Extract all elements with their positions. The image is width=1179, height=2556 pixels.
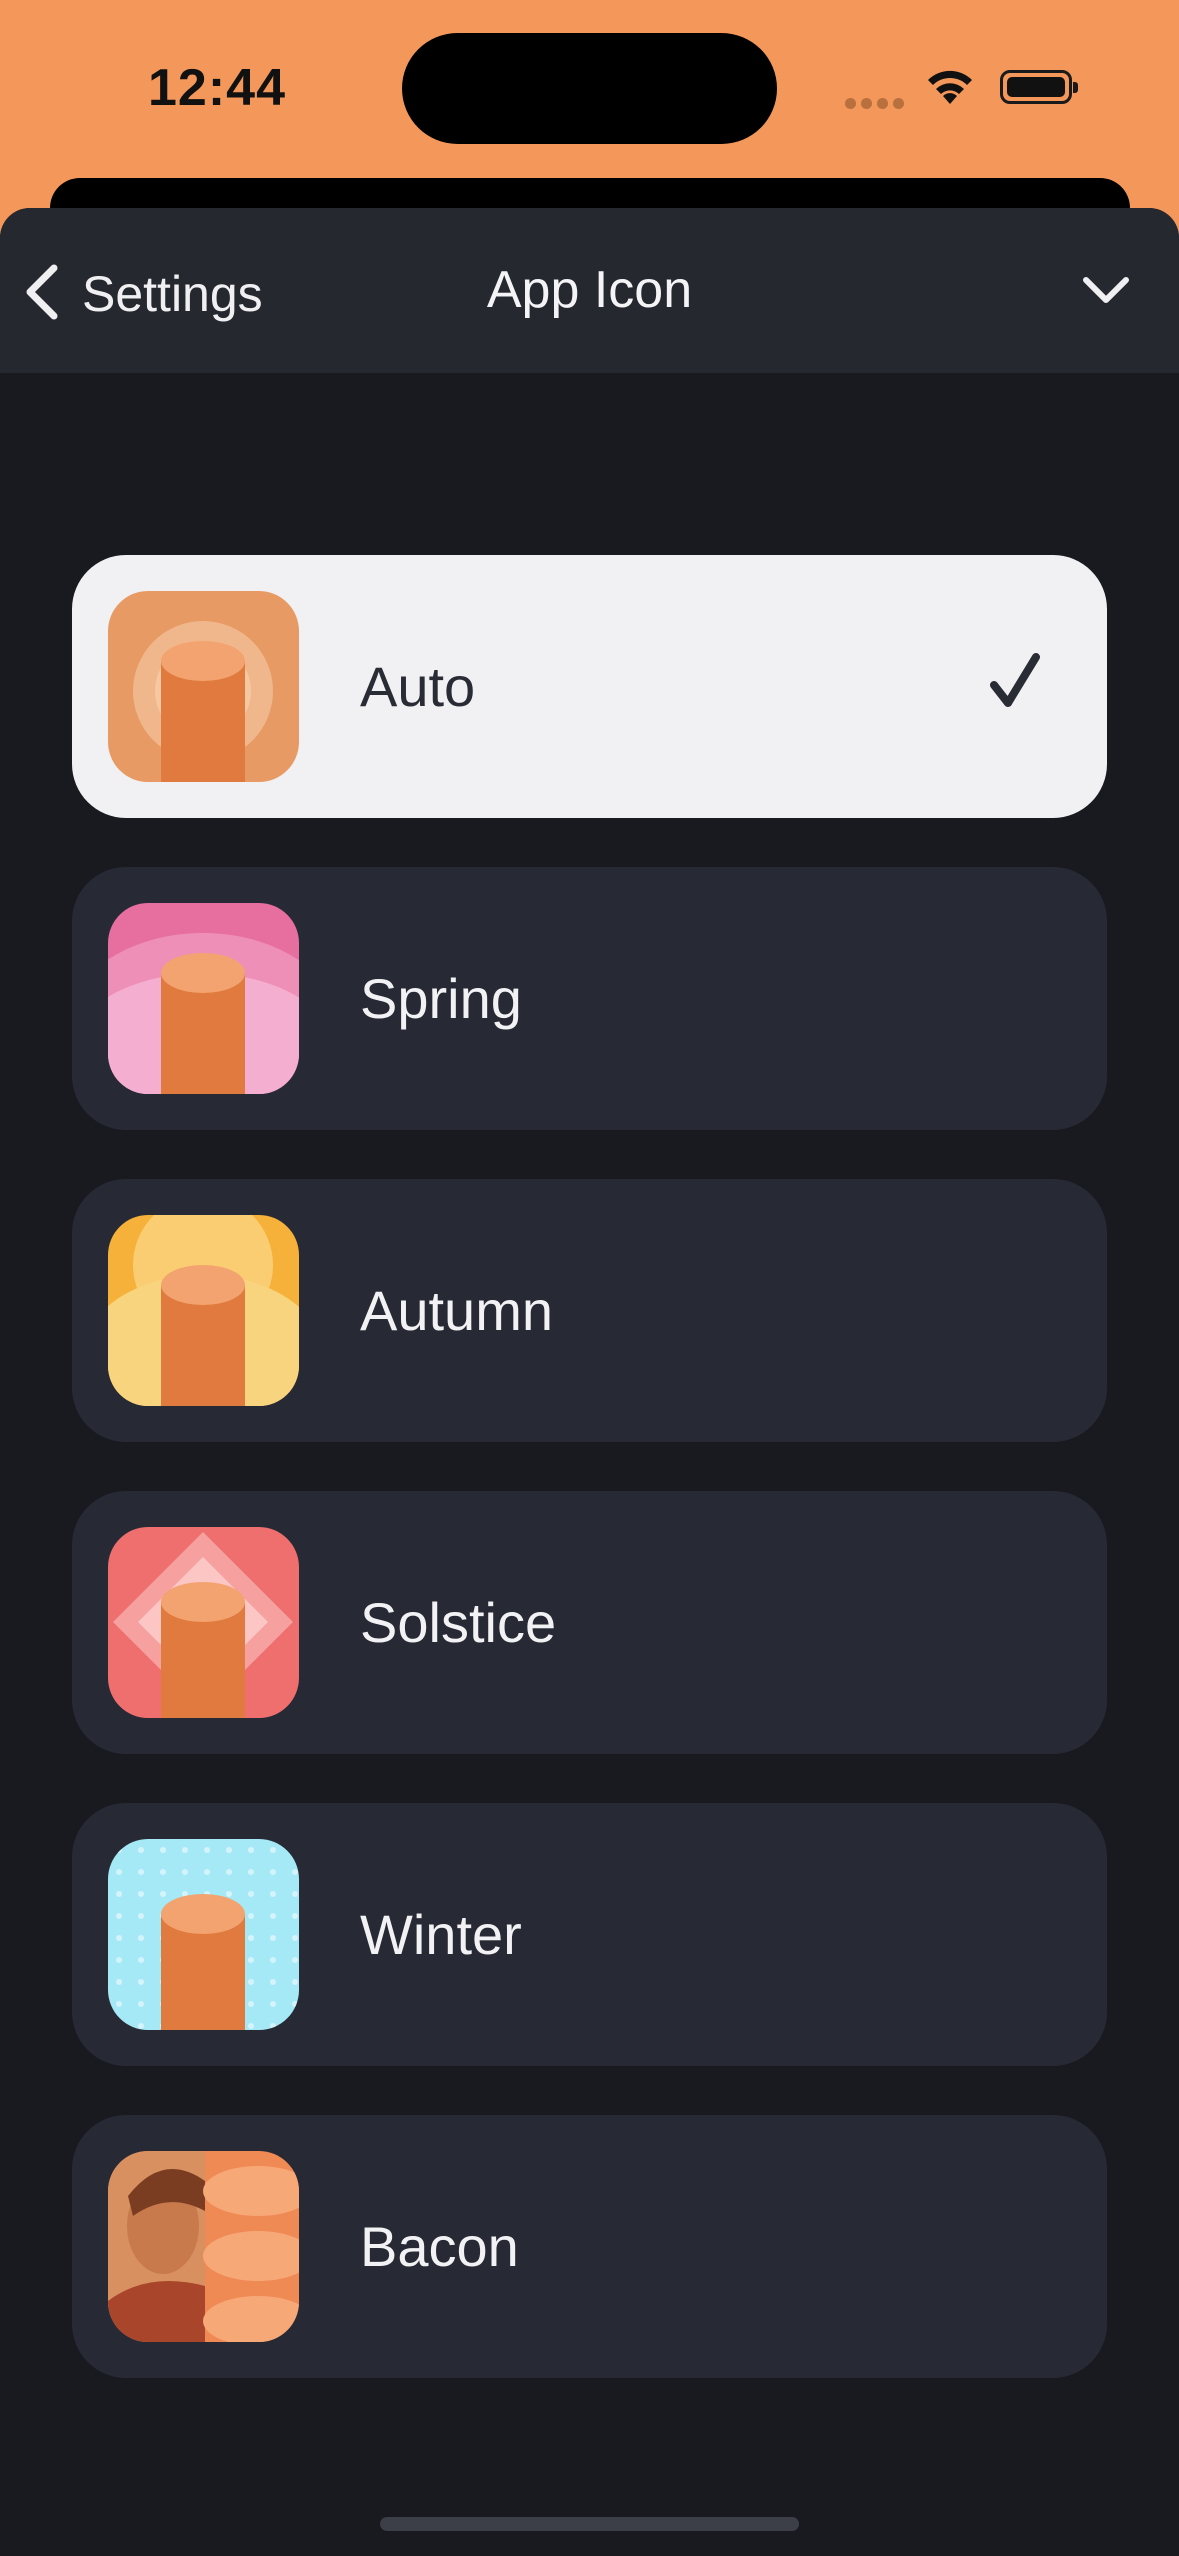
option-label: Bacon bbox=[360, 2215, 519, 2278]
page-title: App Icon bbox=[486, 261, 693, 319]
option-auto[interactable]: Auto bbox=[72, 555, 1107, 818]
dynamic-island bbox=[402, 33, 777, 144]
option-label: Winter bbox=[360, 1903, 522, 1966]
spring-app-icon bbox=[108, 903, 299, 1094]
option-bacon[interactable]: Bacon bbox=[72, 2115, 1107, 2378]
signal-dots-icon bbox=[845, 96, 909, 114]
navigation-bar: Settings App Icon bbox=[0, 208, 1179, 373]
auto-app-icon bbox=[108, 591, 299, 782]
option-autumn[interactable]: Autumn bbox=[72, 1179, 1107, 1442]
wifi-icon bbox=[924, 64, 976, 113]
option-winter[interactable]: Winter bbox=[72, 1803, 1107, 2066]
option-label: Autumn bbox=[360, 1279, 553, 1342]
battery-icon bbox=[1000, 70, 1078, 104]
bacon-app-icon bbox=[108, 2151, 299, 2342]
status-bar: 12:44 bbox=[0, 0, 1179, 178]
option-label: Solstice bbox=[360, 1591, 557, 1654]
chevron-down-icon bbox=[1078, 277, 1134, 314]
winter-app-icon bbox=[108, 1839, 299, 2030]
option-label: Spring bbox=[360, 967, 522, 1030]
checkmark-icon bbox=[990, 651, 1040, 716]
option-solstice[interactable]: Solstice bbox=[72, 1491, 1107, 1754]
collapse-button[interactable] bbox=[1078, 270, 1134, 315]
app-icon-sheet: Settings App Icon Auto Spring Autumn Sol… bbox=[0, 208, 1179, 2556]
solstice-app-icon bbox=[108, 1527, 299, 1718]
autumn-app-icon bbox=[108, 1215, 299, 1406]
option-label: Auto bbox=[360, 655, 476, 718]
option-spring[interactable]: Spring bbox=[72, 867, 1107, 1130]
home-indicator bbox=[380, 2517, 799, 2531]
app-icon-options-list: Auto Spring Autumn Solstice Winter Bacon bbox=[72, 555, 1107, 2427]
status-time: 12:44 bbox=[148, 59, 286, 117]
